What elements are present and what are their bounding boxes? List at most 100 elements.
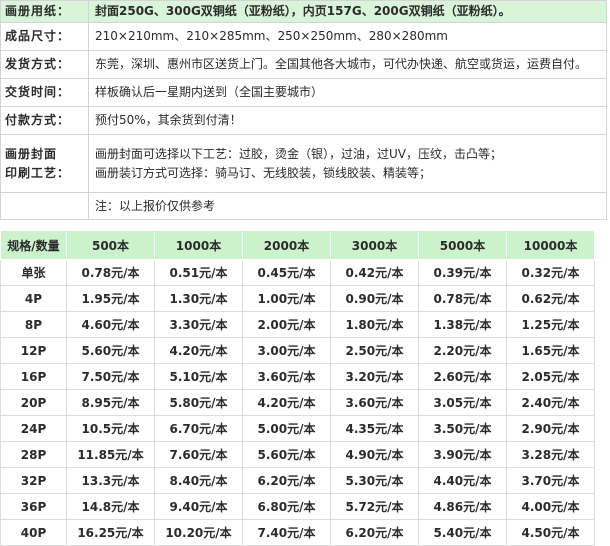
price-cell: 0.42元/本: [331, 260, 419, 286]
price-cell: 4.86元/本: [419, 494, 507, 520]
price-spec-cell: 4P: [1, 286, 67, 312]
spec-content-cell: 样板确认后一星期内送到（全国主要城市）: [89, 79, 607, 107]
price-cell: 3.90元/本: [419, 442, 507, 468]
price-row: 24P10.5元/本6.70元/本5.00元/本4.35元/本3.50元/本2.…: [1, 416, 595, 442]
price-spec-cell: 12P: [1, 338, 67, 364]
price-cell: 4.50元/本: [507, 520, 595, 546]
price-cell: 3.70元/本: [507, 468, 595, 494]
price-cell: 0.62元/本: [507, 286, 595, 312]
price-cell: 8.95元/本: [67, 390, 155, 416]
price-cell: 13.3元/本: [67, 468, 155, 494]
price-cell: 5.60元/本: [67, 338, 155, 364]
price-cell: 5.10元/本: [155, 364, 243, 390]
spec-row: 成品尺寸：210×210mm、210×285mm、250×250mm、280×2…: [1, 23, 607, 51]
price-cell: 4.00元/本: [507, 494, 595, 520]
price-spec-cell: 8P: [1, 312, 67, 338]
spec-label-cell: 发货方式：: [1, 51, 89, 79]
spec-row: 画册用纸：封面250G、300G双铜纸（亚粉纸），内页157G、200G双铜纸（…: [1, 1, 607, 23]
spec-row: 画册封面印刷工艺：画册封面可选择以下工艺：过胶，烫金（银），过油，过UV，压纹，…: [1, 135, 607, 193]
spec-label-cell: 画册封面印刷工艺：: [1, 135, 89, 193]
price-row: 8P4.60元/本3.30元/本2.00元/本1.80元/本1.38元/本1.2…: [1, 312, 595, 338]
price-cell: 6.80元/本: [243, 494, 331, 520]
price-row: 40P16.25元/本10.20元/本7.40元/本6.20元/本5.40元/本…: [1, 520, 595, 546]
price-cell: 0.78元/本: [67, 260, 155, 286]
price-cell: 0.39元/本: [419, 260, 507, 286]
price-cell: 4.35元/本: [331, 416, 419, 442]
price-cell: 1.95元/本: [67, 286, 155, 312]
price-cell: 5.40元/本: [419, 520, 507, 546]
price-row: 单张0.78元/本0.51元/本0.45元/本0.42元/本0.39元/本0.3…: [1, 260, 595, 286]
price-row: 16P7.50元/本5.10元/本3.60元/本3.20元/本2.60元/本2.…: [1, 364, 595, 390]
price-cell: 10.5元/本: [67, 416, 155, 442]
price-spec-cell: 40P: [1, 520, 67, 546]
price-header-cell: 1000本: [155, 231, 243, 260]
price-cell: 9.40元/本: [155, 494, 243, 520]
price-cell: 2.60元/本: [419, 364, 507, 390]
price-spec-cell: 20P: [1, 390, 67, 416]
price-cell: 4.90元/本: [331, 442, 419, 468]
price-cell: 3.20元/本: [331, 364, 419, 390]
price-cell: 4.40元/本: [419, 468, 507, 494]
price-cell: 5.72元/本: [331, 494, 419, 520]
price-cell: 1.80元/本: [331, 312, 419, 338]
price-cell: 5.30元/本: [331, 468, 419, 494]
price-row: 32P13.3元/本8.40元/本6.20元/本5.30元/本4.40元/本3.…: [1, 468, 595, 494]
price-cell: 7.40元/本: [243, 520, 331, 546]
price-header-cell: 规格/数量: [1, 231, 67, 260]
spec-label-cell: [1, 193, 89, 220]
price-cell: 0.51元/本: [155, 260, 243, 286]
price-spec-cell: 16P: [1, 364, 67, 390]
price-cell: 3.50元/本: [419, 416, 507, 442]
spec-row: 付款方式：预付50%，其余货到付清！: [1, 107, 607, 135]
spec-label-cell: 成品尺寸：: [1, 23, 89, 51]
price-row: 20P8.95元/本5.80元/本4.20元/本3.60元/本3.05元/本2.…: [1, 390, 595, 416]
price-cell: 2.05元/本: [507, 364, 595, 390]
price-cell: 0.90元/本: [331, 286, 419, 312]
price-row: 12P5.60元/本4.20元/本3.00元/本2.50元/本2.20元/本1.…: [1, 338, 595, 364]
price-spec-cell: 36P: [1, 494, 67, 520]
specs-table: 画册用纸：封面250G、300G双铜纸（亚粉纸），内页157G、200G双铜纸（…: [0, 0, 607, 220]
price-cell: 2.20元/本: [419, 338, 507, 364]
price-header-cell: 500本: [67, 231, 155, 260]
price-cell: 16.25元/本: [67, 520, 155, 546]
price-cell: 3.60元/本: [243, 364, 331, 390]
price-cell: 1.25元/本: [507, 312, 595, 338]
spec-content-cell: 注：以上报价仅供参考: [89, 193, 607, 220]
spec-row: 注：以上报价仅供参考: [1, 193, 607, 220]
spec-content-cell: 画册封面可选择以下工艺：过胶，烫金（银），过油，过UV，压纹，击凸等；画册装订方…: [89, 135, 607, 193]
price-cell: 0.45元/本: [243, 260, 331, 286]
spec-content-cell: 封面250G、300G双铜纸（亚粉纸），内页157G、200G双铜纸（亚粉纸）。: [89, 1, 607, 23]
price-row: 4P1.95元/本1.30元/本1.00元/本0.90元/本0.78元/本0.6…: [1, 286, 595, 312]
price-cell: 5.80元/本: [155, 390, 243, 416]
spec-row: 发货方式：东莞，深圳、惠州市区送货上门。全国其他各大城市，可代办快递、航空或货运…: [1, 51, 607, 79]
price-table: 规格/数量500本1000本2000本3000本5000本10000本 单张0.…: [0, 230, 595, 546]
price-cell: 11.85元/本: [67, 442, 155, 468]
spec-label-cell: 付款方式：: [1, 107, 89, 135]
price-cell: 2.40元/本: [507, 390, 595, 416]
price-cell: 4.60元/本: [67, 312, 155, 338]
price-spec-cell: 单张: [1, 260, 67, 286]
spec-label-cell: 画册用纸：: [1, 1, 89, 23]
price-header-row: 规格/数量500本1000本2000本3000本5000本10000本: [1, 231, 595, 260]
price-cell: 5.60元/本: [243, 442, 331, 468]
price-header-cell: 5000本: [419, 231, 507, 260]
price-header-cell: 2000本: [243, 231, 331, 260]
price-cell: 1.65元/本: [507, 338, 595, 364]
price-cell: 4.20元/本: [243, 390, 331, 416]
price-cell: 0.32元/本: [507, 260, 595, 286]
price-cell: 3.30元/本: [155, 312, 243, 338]
price-header-cell: 3000本: [331, 231, 419, 260]
price-cell: 3.00元/本: [243, 338, 331, 364]
price-cell: 2.00元/本: [243, 312, 331, 338]
price-cell: 4.20元/本: [155, 338, 243, 364]
spec-row: 交货时间：样板确认后一星期内送到（全国主要城市）: [1, 79, 607, 107]
price-cell: 7.60元/本: [155, 442, 243, 468]
price-cell: 3.05元/本: [419, 390, 507, 416]
price-cell: 5.00元/本: [243, 416, 331, 442]
price-cell: 2.90元/本: [507, 416, 595, 442]
spec-content-cell: 东莞，深圳、惠州市区送货上门。全国其他各大城市，可代办快递、航空或货运，运费自付…: [89, 51, 607, 79]
price-cell: 6.20元/本: [331, 520, 419, 546]
price-row: 28P11.85元/本7.60元/本5.60元/本4.90元/本3.90元/本3…: [1, 442, 595, 468]
price-cell: 10.20元/本: [155, 520, 243, 546]
price-spec-cell: 24P: [1, 416, 67, 442]
